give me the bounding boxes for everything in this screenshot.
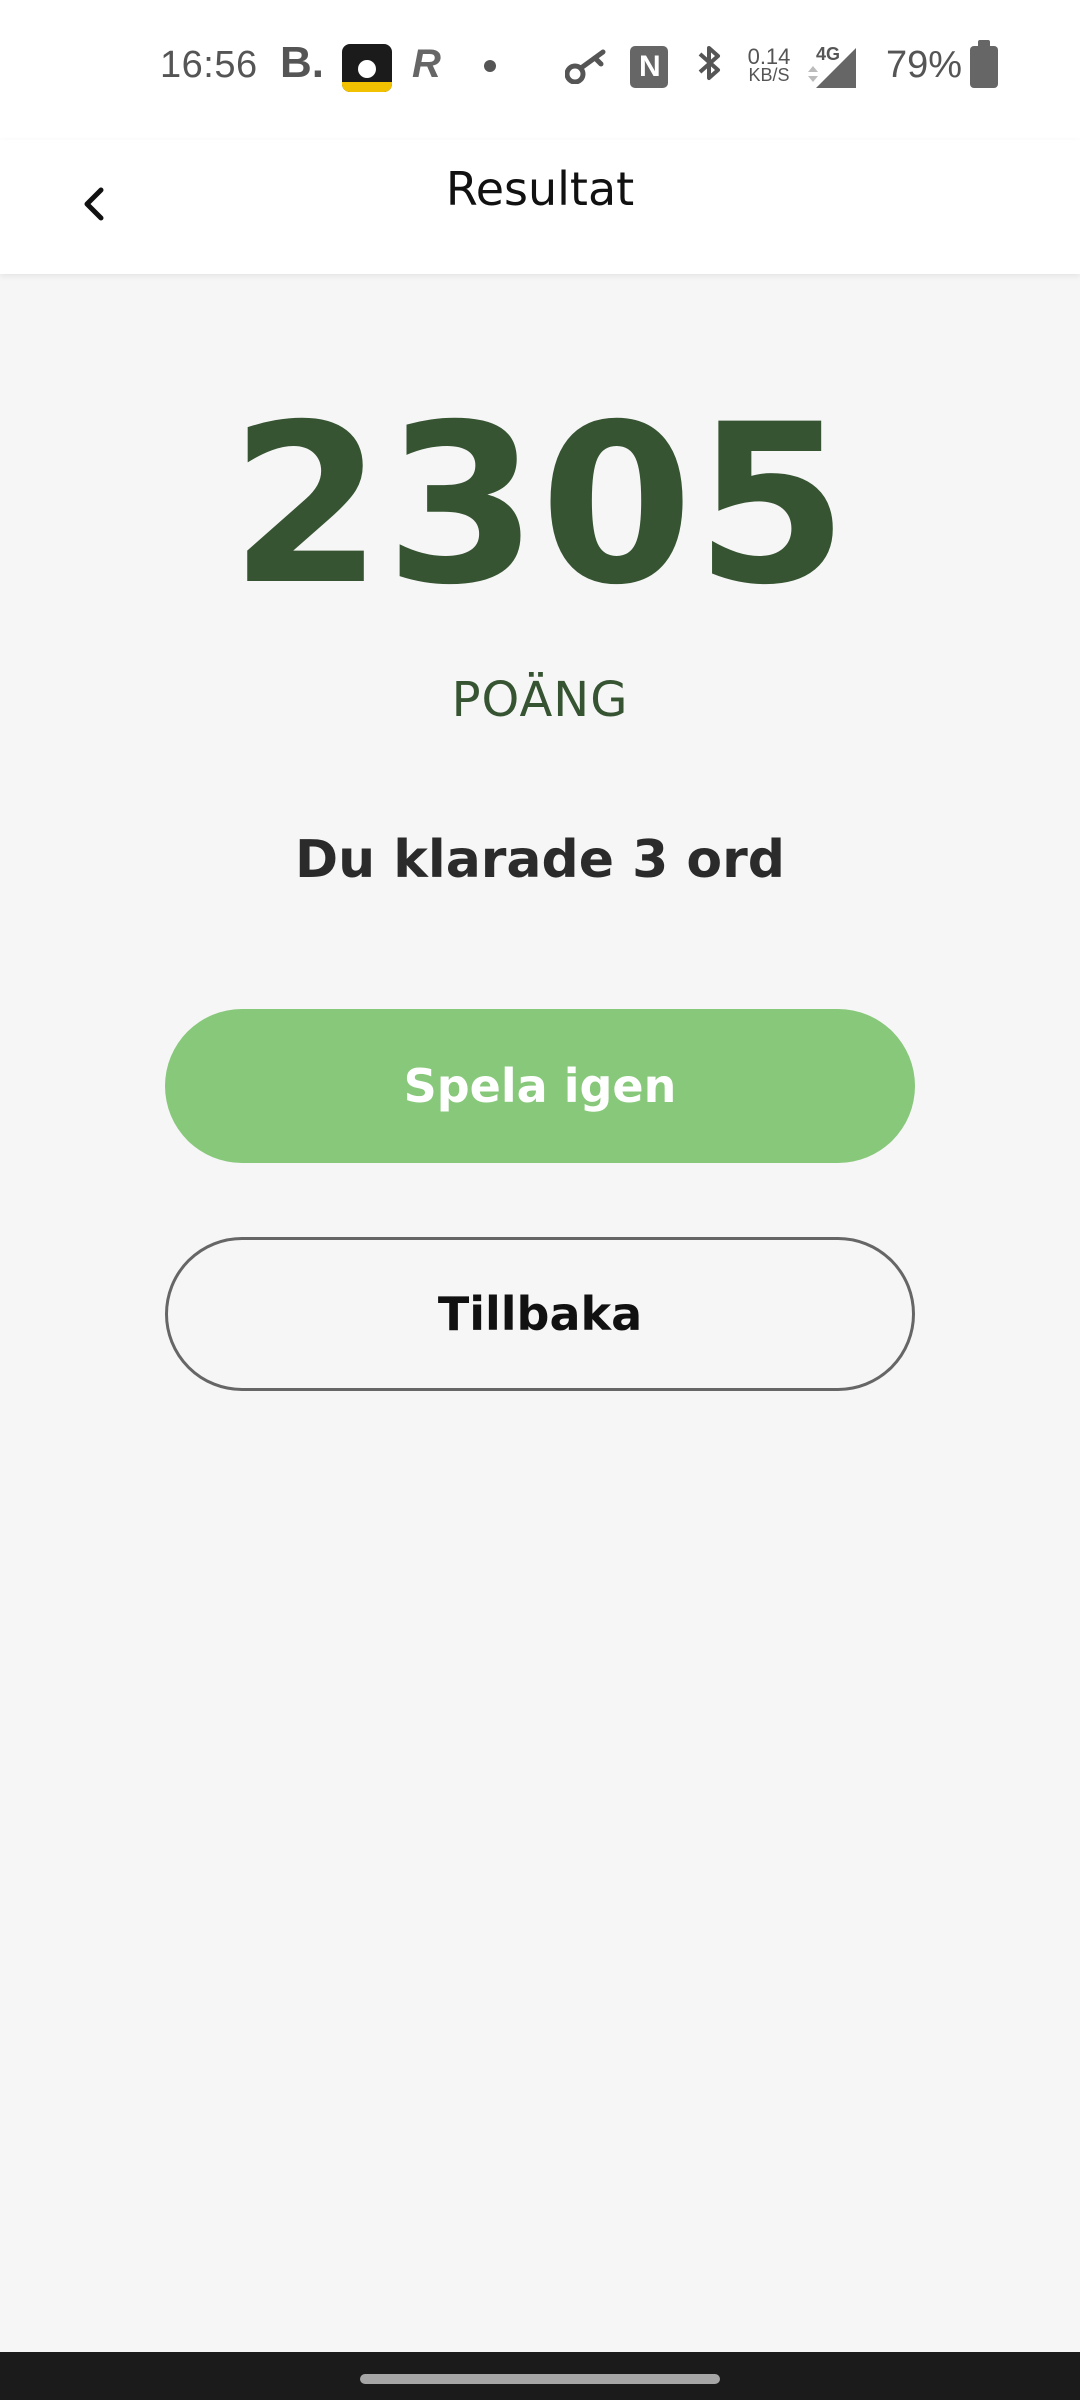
back-action-button[interactable]: Tillbaka bbox=[165, 1237, 915, 1391]
score-label: POÄNG bbox=[451, 672, 629, 728]
home-indicator[interactable] bbox=[360, 2374, 720, 2384]
back-action-label: Tillbaka bbox=[437, 1287, 643, 1341]
score-value: 2305 bbox=[229, 377, 851, 633]
app-header: Resultat bbox=[0, 140, 1080, 274]
battery-icon bbox=[970, 40, 998, 88]
status-bar: 16:56 B. R 0.14 KB/S 4G 79% bbox=[0, 0, 1080, 140]
network-speed-unit: KB/S bbox=[748, 65, 790, 85]
dot-icon bbox=[484, 60, 496, 72]
network-speed-value: 0.14 bbox=[747, 44, 791, 69]
battery-percent: 79% bbox=[886, 44, 963, 86]
play-again-label: Spela igen bbox=[403, 1059, 677, 1113]
revolut-icon: R bbox=[412, 42, 441, 86]
words-summary: Du klarade 3 ord bbox=[295, 830, 785, 890]
network-speed: 0.14 KB/S bbox=[744, 44, 794, 85]
play-again-button[interactable]: Spela igen bbox=[165, 1009, 915, 1163]
bluetooth-icon bbox=[696, 42, 724, 94]
navigation-bar bbox=[0, 2352, 1080, 2400]
booking-icon: B. bbox=[280, 38, 324, 87]
key-icon bbox=[564, 48, 609, 88]
page-title: Resultat bbox=[445, 162, 635, 216]
network-type: 4G bbox=[816, 44, 841, 64]
nfc-icon bbox=[630, 46, 668, 88]
status-time: 16:56 bbox=[160, 44, 258, 86]
app-icon bbox=[342, 44, 392, 92]
